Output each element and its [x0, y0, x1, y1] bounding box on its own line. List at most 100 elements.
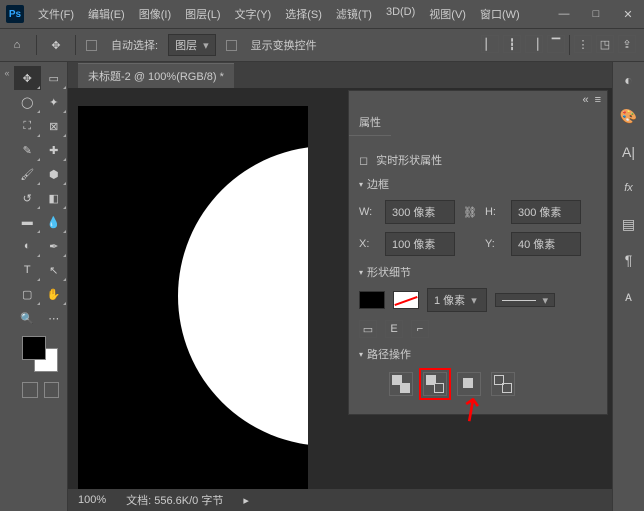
type-tool[interactable]: T — [14, 258, 41, 282]
swatches-panel-icon[interactable]: 🎨 — [619, 106, 639, 126]
panel-collapse-icon[interactable]: « — [582, 94, 588, 106]
chevron-right-icon[interactable]: ▸ — [243, 494, 249, 507]
x-label: X: — [359, 238, 377, 250]
pen-tool[interactable]: ✒ — [41, 234, 68, 258]
healing-tool[interactable]: ✚ — [41, 138, 68, 162]
close-button[interactable]: ✕ — [618, 8, 638, 21]
panel-menu-icon[interactable]: ≡ — [595, 94, 601, 106]
zoom-tool[interactable]: 🔍 — [14, 306, 41, 330]
menu-filter[interactable]: 滤镜(T) — [330, 3, 378, 25]
foreground-swatch[interactable] — [22, 336, 46, 360]
styles-panel-icon[interactable]: fx — [619, 178, 639, 198]
blur-tool[interactable]: 💧 — [41, 210, 68, 234]
color-swatches[interactable] — [22, 336, 58, 372]
gradient-tool[interactable]: ▬ — [14, 210, 41, 234]
quick-mask-icon[interactable] — [22, 382, 38, 398]
link-wh-icon[interactable]: ⛓ — [463, 206, 477, 219]
3d-mode-icon[interactable]: ◳ — [596, 35, 614, 53]
stroke-corners-icon[interactable]: ⌐ — [411, 320, 429, 338]
path-combine-icon[interactable] — [389, 372, 413, 396]
width-input[interactable]: 300 像素 — [385, 200, 455, 224]
paragraph-panel-icon[interactable]: ¶ — [619, 250, 639, 270]
eraser-tool[interactable]: ◧ — [41, 186, 68, 210]
document-tab[interactable]: 未标题-2 @ 100%(RGB/8) * — [78, 63, 234, 88]
stroke-width-input[interactable]: 1 像素 — [427, 288, 487, 312]
move-icon[interactable]: ✥ — [47, 36, 65, 54]
stroke-caps-icon[interactable]: E — [385, 320, 403, 338]
section-detail[interactable]: 形状细节 — [359, 264, 597, 280]
magic-wand-tool[interactable]: ✦ — [41, 90, 68, 114]
lasso-tool[interactable]: ◯ — [14, 90, 41, 114]
align-center-icon[interactable]: ┇ — [503, 35, 521, 53]
properties-tab[interactable]: 属性 — [349, 109, 391, 136]
menu-file[interactable]: 文件(F) — [32, 3, 80, 25]
maximize-button[interactable]: □ — [586, 8, 606, 21]
stroke-style-dropdown[interactable] — [495, 293, 555, 307]
move-tool[interactable]: ✥ — [14, 66, 41, 90]
dodge-tool[interactable]: ◐ — [14, 234, 41, 258]
align-buttons: ▏ ┇ ▕ ▔ ⋮ ◳ ⇪ — [481, 35, 636, 55]
x-input[interactable]: 100 像素 — [385, 232, 455, 256]
height-input[interactable]: 300 像素 — [511, 200, 581, 224]
edit-toolbar[interactable]: ⋯ — [41, 306, 68, 330]
frame-tool[interactable]: ⊠ — [41, 114, 68, 138]
glyphs-panel-icon[interactable]: ᴀ — [619, 286, 639, 306]
y-input[interactable]: 40 像素 — [511, 232, 581, 256]
share-icon[interactable]: ⇪ — [618, 35, 636, 53]
section-bounds[interactable]: 边框 — [359, 176, 597, 192]
menu-window[interactable]: 窗口(W) — [474, 3, 526, 25]
eyedropper-tool[interactable]: ✎ — [14, 138, 41, 162]
crop-tool[interactable]: ⛶ — [14, 114, 41, 138]
menu-3d[interactable]: 3D(D) — [380, 3, 421, 25]
menu-edit[interactable]: 编辑(E) — [82, 3, 131, 25]
brush-tool[interactable]: 🖌 — [14, 162, 41, 186]
y-label: Y: — [485, 238, 503, 250]
doc-info: 文档: 556.6K/0 字节 — [126, 492, 223, 508]
stroke-swatch[interactable] — [393, 291, 419, 309]
history-brush-tool[interactable]: ↺ — [14, 186, 41, 210]
minimize-button[interactable]: — — [554, 8, 574, 21]
shape-tool[interactable]: ▢ — [14, 282, 41, 306]
color-panel-icon[interactable]: ◐ — [619, 70, 639, 90]
canvas[interactable] — [78, 106, 308, 489]
app-logo: Ps — [6, 5, 24, 23]
toolbox: ✥▭ ◯✦ ⛶⊠ ✎✚ 🖌⬢ ↺◧ ▬💧 ◐✒ T↖ ▢✋ 🔍⋯ — [14, 62, 68, 511]
stamp-tool[interactable]: ⬢ — [41, 162, 68, 186]
distribute-icon[interactable]: ⋮ — [574, 35, 592, 53]
width-label: W: — [359, 206, 377, 218]
menu-type[interactable]: 文字(Y) — [229, 3, 278, 25]
fill-swatch[interactable] — [359, 291, 385, 309]
stroke-align-icon[interactable]: ▭ — [359, 320, 377, 338]
layers-panel-icon[interactable]: ▤ — [619, 214, 639, 234]
zoom-level[interactable]: 100% — [78, 494, 106, 506]
menu-layer[interactable]: 图层(L) — [179, 3, 226, 25]
auto-select-target[interactable]: 图层 — [168, 34, 216, 56]
home-icon[interactable]: ⌂ — [8, 36, 26, 54]
left-collapse-strip[interactable]: « — [0, 62, 14, 511]
align-left-icon[interactable]: ▏ — [481, 35, 499, 53]
section-pathops[interactable]: 路径操作 — [359, 346, 597, 362]
menu-view[interactable]: 视图(V) — [423, 3, 472, 25]
auto-select-checkbox[interactable] — [86, 40, 97, 51]
auto-select-label: 自动选择: — [111, 37, 158, 53]
align-top-icon[interactable]: ▔ — [547, 35, 565, 53]
character-panel-icon[interactable]: A| — [619, 142, 639, 162]
menu-select[interactable]: 选择(S) — [279, 3, 328, 25]
status-bar: 100% 文档: 556.6K/0 字节 ▸ — [68, 489, 612, 511]
align-right-icon[interactable]: ▕ — [525, 35, 543, 53]
right-panel-strip: ◐ 🎨 A| fx ▤ ¶ ᴀ — [612, 62, 644, 511]
document-tabs: 未标题-2 @ 100%(RGB/8) * — [68, 62, 612, 88]
menu-bar: 文件(F) 编辑(E) 图像(I) 图层(L) 文字(Y) 选择(S) 滤镜(T… — [32, 3, 554, 25]
hand-tool[interactable]: ✋ — [41, 282, 68, 306]
screen-mode-icon[interactable] — [44, 382, 60, 398]
expand-icon: « — [4, 68, 9, 78]
show-transform-checkbox[interactable] — [226, 40, 237, 51]
show-transform-label: 显示变换控件 — [251, 37, 317, 53]
shape-type-label: 实时形状属性 — [376, 152, 442, 168]
menu-image[interactable]: 图像(I) — [133, 3, 177, 25]
path-subtract-icon[interactable] — [423, 372, 447, 396]
path-exclude-icon[interactable] — [491, 372, 515, 396]
marquee-tool[interactable]: ▭ — [41, 66, 68, 90]
path-select-tool[interactable]: ↖ — [41, 258, 68, 282]
shape-ellipse[interactable] — [178, 146, 308, 446]
